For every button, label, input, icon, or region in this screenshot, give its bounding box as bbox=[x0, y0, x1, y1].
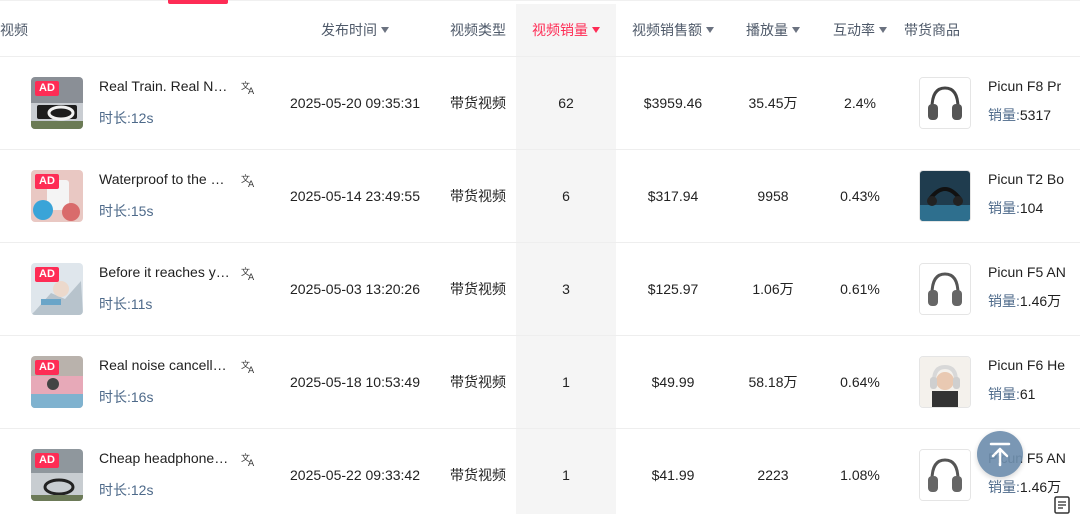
sort-caret-icon[interactable] bbox=[706, 27, 714, 34]
svg-text:A: A bbox=[248, 87, 255, 95]
svg-text:A: A bbox=[248, 273, 255, 281]
table-row[interactable]: AD Real noise cancella… 文A 时长:16s 2025-0… bbox=[0, 335, 1080, 428]
video-title[interactable]: Before it reaches yo… bbox=[99, 264, 234, 280]
product-thumbnail[interactable] bbox=[919, 355, 971, 408]
video-type: 带货视频 bbox=[450, 466, 506, 483]
product-sales: 销量:5317 bbox=[988, 106, 1052, 123]
views: 35.45万 bbox=[748, 94, 798, 111]
sort-caret-icon[interactable] bbox=[592, 27, 600, 34]
table-row[interactable]: AD Real Train. Real Noi… 文A 时长:12s 2025-… bbox=[0, 56, 1080, 149]
table-row[interactable]: AD Waterproof to the … 文A 时长:15s 2025-05… bbox=[0, 149, 1080, 242]
publish-time: 2025-05-20 09:35:31 bbox=[290, 94, 420, 111]
ad-badge: AD bbox=[35, 80, 59, 96]
column-header-video-revenue[interactable]: 视频销售额 bbox=[616, 4, 730, 56]
ad-badge: AD bbox=[35, 452, 59, 468]
engagement-rate: 0.43% bbox=[840, 187, 880, 204]
product-sales: 销量:1.46万 bbox=[988, 478, 1062, 495]
video-table: 视频 发布时间 视频类型 视频销量 视频销售额 播放量 互动率 带货商品 AD … bbox=[0, 4, 1080, 521]
video-duration: 时长:16s bbox=[99, 388, 154, 405]
video-thumbnail[interactable]: AD bbox=[31, 76, 83, 129]
video-revenue: $41.99 bbox=[651, 466, 695, 483]
video-title[interactable]: Waterproof to the … bbox=[99, 171, 234, 187]
video-sales: 3 bbox=[562, 280, 570, 297]
sort-caret-icon[interactable] bbox=[792, 27, 800, 34]
translate-icon[interactable]: 文A bbox=[241, 358, 257, 374]
product-sales: 销量:61 bbox=[988, 385, 1036, 402]
publish-time: 2025-05-18 10:53:49 bbox=[290, 373, 420, 390]
product-name[interactable]: Picun T2 Bo bbox=[988, 171, 1064, 187]
video-revenue: $3959.46 bbox=[643, 94, 703, 111]
product-thumbnail[interactable] bbox=[919, 169, 971, 222]
product-thumbnail[interactable] bbox=[919, 262, 971, 315]
publish-time: 2025-05-22 09:33:42 bbox=[290, 466, 420, 483]
table-header: 视频 发布时间 视频类型 视频销量 视频销售额 播放量 互动率 带货商品 bbox=[0, 4, 1080, 56]
column-header-video: 视频 bbox=[0, 21, 28, 38]
document-icon[interactable] bbox=[1053, 495, 1073, 515]
ad-badge: AD bbox=[35, 173, 59, 189]
sort-caret-icon[interactable] bbox=[879, 27, 887, 34]
video-title[interactable]: Real noise cancella… bbox=[99, 357, 234, 373]
product-name[interactable]: Picun F5 AN bbox=[988, 264, 1066, 280]
video-sales: 6 bbox=[562, 187, 570, 204]
ad-badge: AD bbox=[35, 266, 59, 282]
video-thumbnail[interactable]: AD bbox=[31, 448, 83, 501]
engagement-rate: 0.64% bbox=[840, 373, 880, 390]
svg-text:A: A bbox=[248, 459, 255, 467]
product-name[interactable]: Picun F6 He bbox=[988, 357, 1065, 373]
product-sales: 销量:1.46万 bbox=[988, 292, 1062, 309]
product-name[interactable]: Picun F8 Pr bbox=[988, 78, 1061, 94]
video-revenue: $317.94 bbox=[647, 187, 699, 204]
video-duration: 时长:12s bbox=[99, 109, 154, 126]
engagement-rate: 1.08% bbox=[840, 466, 880, 483]
engagement-rate: 2.4% bbox=[844, 94, 876, 111]
views: 58.18万 bbox=[748, 373, 798, 390]
video-sales: 1 bbox=[562, 373, 570, 390]
product-thumbnail[interactable] bbox=[919, 448, 971, 501]
video-sales: 62 bbox=[558, 94, 574, 111]
column-header-engagement[interactable]: 互动率 bbox=[816, 4, 904, 56]
video-revenue: $125.97 bbox=[647, 280, 699, 297]
video-type: 带货视频 bbox=[450, 373, 506, 390]
column-header-video-sales[interactable]: 视频销量 bbox=[516, 4, 616, 56]
video-thumbnail[interactable]: AD bbox=[31, 355, 83, 408]
views: 9958 bbox=[757, 187, 789, 204]
product-sales: 销量:104 bbox=[988, 199, 1044, 216]
video-sales: 1 bbox=[562, 466, 570, 483]
sort-caret-icon[interactable] bbox=[381, 27, 389, 34]
video-duration: 时长:12s bbox=[99, 481, 154, 498]
svg-text:A: A bbox=[248, 366, 255, 374]
video-type: 带货视频 bbox=[450, 94, 506, 111]
ad-badge: AD bbox=[35, 359, 59, 375]
arrow-up-icon[interactable] bbox=[977, 431, 1023, 477]
video-type: 带货视频 bbox=[450, 280, 506, 297]
video-title[interactable]: Cheap headphones… bbox=[99, 450, 234, 466]
column-header-products: 带货商品 bbox=[904, 21, 960, 38]
back-to-top-button[interactable] bbox=[977, 431, 1023, 477]
column-header-views[interactable]: 播放量 bbox=[730, 4, 816, 56]
translate-icon[interactable]: 文A bbox=[241, 79, 257, 95]
publish-time: 2025-05-14 23:49:55 bbox=[290, 187, 420, 204]
publish-time: 2025-05-03 13:20:26 bbox=[290, 280, 420, 297]
column-header-video-type: 视频类型 bbox=[450, 21, 506, 38]
translate-icon[interactable]: 文A bbox=[241, 451, 257, 467]
table-row[interactable]: AD Before it reaches yo… 文A 时长:11s 2025-… bbox=[0, 242, 1080, 335]
video-duration: 时长:15s bbox=[99, 202, 154, 219]
svg-text:A: A bbox=[248, 180, 255, 188]
video-thumbnail[interactable]: AD bbox=[31, 169, 83, 222]
table-row[interactable]: AD Cheap headphones… 文A 时长:12s 2025-05-2… bbox=[0, 428, 1080, 521]
product-thumbnail[interactable] bbox=[919, 76, 971, 129]
video-type: 带货视频 bbox=[450, 187, 506, 204]
views: 2223 bbox=[757, 466, 789, 483]
translate-icon[interactable]: 文A bbox=[241, 172, 257, 188]
video-title[interactable]: Real Train. Real Noi… bbox=[99, 78, 234, 94]
views: 1.06万 bbox=[752, 280, 794, 297]
column-header-publish-time[interactable]: 发布时间 bbox=[270, 4, 440, 56]
video-revenue: $49.99 bbox=[651, 373, 695, 390]
video-thumbnail[interactable]: AD bbox=[31, 262, 83, 315]
top-divider bbox=[0, 0, 1080, 1]
translate-icon[interactable]: 文A bbox=[241, 265, 257, 281]
video-duration: 时长:11s bbox=[99, 295, 153, 312]
engagement-rate: 0.61% bbox=[840, 280, 880, 297]
